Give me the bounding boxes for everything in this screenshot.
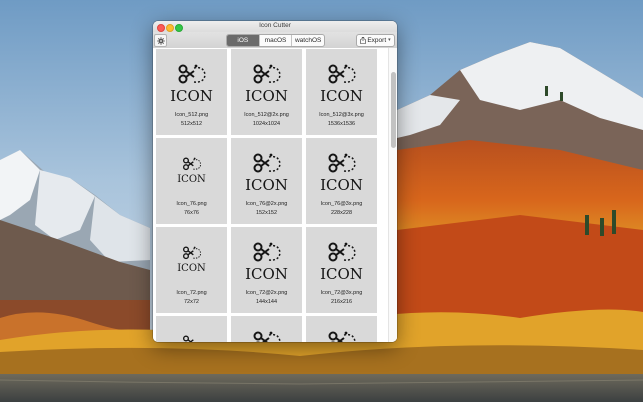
scissors-icon bbox=[253, 242, 281, 262]
file-dimensions: 1024x1024 bbox=[252, 121, 281, 127]
icon-tile[interactable]: ICON Icon_76.png 76x76 bbox=[156, 138, 227, 224]
gear-icon bbox=[156, 36, 165, 45]
file-name: Icon_512.png bbox=[174, 112, 209, 118]
tab-ios[interactable]: iOS bbox=[227, 35, 260, 46]
icon-tile[interactable]: ICON Icon_512.png 512x512 bbox=[156, 49, 227, 135]
platform-segmented-control: iOS macOS watchOS bbox=[226, 34, 325, 47]
scrollbar-thumb[interactable] bbox=[391, 72, 396, 148]
scissors-icon bbox=[328, 64, 356, 84]
file-dimensions: 152x152 bbox=[255, 210, 278, 216]
title-bar: Icon Cutter bbox=[153, 21, 397, 32]
icon-tile[interactable]: ICON Icon_512@3x.png 1536x1536 bbox=[306, 49, 377, 135]
icon-tile[interactable]: ICON Icon_76@2x.png 152x152 bbox=[231, 138, 302, 224]
scissors-icon bbox=[182, 335, 194, 342]
scissors-icon bbox=[253, 331, 281, 342]
scissors-icon bbox=[328, 153, 356, 173]
file-name: Icon_72@2x.png bbox=[245, 290, 288, 296]
scissors-icon bbox=[182, 157, 201, 171]
scissors-icon bbox=[182, 246, 201, 260]
settings-button[interactable] bbox=[154, 34, 167, 47]
icon-tile[interactable]: ICON Icon_72.png 72x72 bbox=[156, 227, 227, 313]
icon-tile[interactable]: ICON Icon_72@3x.png 216x216 bbox=[306, 227, 377, 313]
app-window: Icon Cutter iOS macOS watchOS Export ▾ I… bbox=[153, 21, 397, 342]
file-dimensions: 216x216 bbox=[330, 299, 353, 305]
scissors-icon bbox=[328, 331, 356, 342]
icon-tile[interactable] bbox=[231, 316, 302, 342]
file-dimensions: 144x144 bbox=[255, 299, 278, 305]
share-icon bbox=[360, 37, 367, 44]
icon-word: ICON bbox=[320, 176, 363, 194]
file-dimensions: 512x512 bbox=[180, 121, 203, 127]
icon-word: ICON bbox=[245, 265, 288, 283]
file-name: Icon_72.png bbox=[176, 290, 207, 296]
export-button[interactable]: Export ▾ bbox=[356, 34, 395, 47]
file-name: Icon_512@2x.png bbox=[244, 112, 289, 118]
export-label: Export bbox=[367, 37, 387, 44]
scissors-icon bbox=[178, 64, 206, 84]
scissors-icon bbox=[253, 153, 281, 173]
icon-word: ICON bbox=[170, 87, 213, 105]
file-dimensions: 228x228 bbox=[330, 210, 353, 216]
chevron-down-icon: ▾ bbox=[388, 37, 391, 43]
window-title: Icon Cutter bbox=[259, 22, 291, 29]
icon-word: ICON bbox=[320, 87, 363, 105]
file-dimensions: 72x72 bbox=[184, 299, 199, 305]
file-dimensions: 76x76 bbox=[184, 210, 199, 216]
toolbar: iOS macOS watchOS Export ▾ bbox=[153, 32, 397, 49]
icon-word: ICON bbox=[320, 265, 363, 283]
scissors-icon bbox=[253, 64, 281, 84]
tab-watchos[interactable]: watchOS bbox=[292, 35, 324, 46]
file-name: Icon_76@2x.png bbox=[245, 201, 288, 207]
icon-word: ICON bbox=[245, 87, 288, 105]
file-name: Icon_72@3x.png bbox=[320, 290, 363, 296]
icon-tile[interactable]: ICON Icon_76@3x.png 228x228 bbox=[306, 138, 377, 224]
icon-tile[interactable] bbox=[306, 316, 377, 342]
icon-tile[interactable]: ICON Icon_512@2x.png 1024x1024 bbox=[231, 49, 302, 135]
scissors-icon bbox=[328, 242, 356, 262]
file-name: Icon_512@3x.png bbox=[319, 112, 364, 118]
icon-tile[interactable] bbox=[156, 316, 227, 342]
vertical-scrollbar[interactable] bbox=[388, 48, 397, 342]
icon-word: ICON bbox=[177, 174, 206, 185]
icon-tile[interactable]: ICON Icon_72@2x.png 144x144 bbox=[231, 227, 302, 313]
icon-word: ICON bbox=[177, 263, 206, 274]
icon-word: ICON bbox=[245, 176, 288, 194]
icon-grid: ICON Icon_512.png 512x512 ICON Icon_512@… bbox=[153, 48, 397, 342]
file-name: Icon_76@3x.png bbox=[320, 201, 363, 207]
tab-macos[interactable]: macOS bbox=[260, 35, 293, 46]
file-dimensions: 1536x1536 bbox=[327, 121, 356, 127]
file-name: Icon_76.png bbox=[176, 201, 207, 207]
